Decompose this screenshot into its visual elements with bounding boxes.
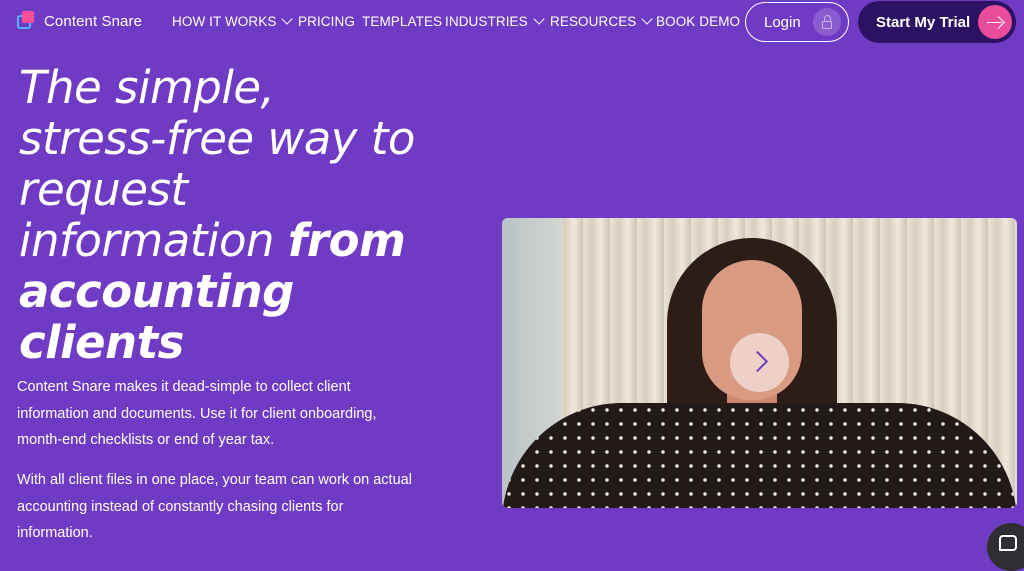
nav-label: INDUSTRIES bbox=[445, 14, 528, 29]
headline-line: accounting bbox=[19, 266, 479, 317]
play-button[interactable] bbox=[730, 333, 789, 392]
headline-bold-text: clients bbox=[19, 316, 184, 369]
nav-label: RESOURCES bbox=[550, 14, 637, 29]
headline-bold-text: accounting bbox=[19, 265, 294, 318]
headline-line: request bbox=[19, 164, 479, 215]
headline-bold-text: from bbox=[287, 214, 406, 267]
chevron-down-icon bbox=[641, 13, 654, 25]
nav-how-it-works[interactable]: HOW IT WORKS bbox=[172, 13, 294, 29]
headline-line: stress-free way to bbox=[19, 113, 479, 164]
chevron-down-icon bbox=[533, 13, 545, 25]
brand-name: Content Snare bbox=[44, 12, 143, 30]
nav-industries[interactable]: INDUSTRIES bbox=[445, 13, 545, 29]
nav-label: HOW IT WORKS bbox=[172, 14, 277, 29]
headline-text: stress-free way to bbox=[19, 112, 415, 165]
trial-label: Start My Trial bbox=[876, 13, 971, 31]
nav-templates[interactable]: TEMPLATES bbox=[362, 14, 442, 29]
logo-icon bbox=[17, 11, 37, 31]
headline-line: information from bbox=[19, 215, 479, 266]
headline-line: clients bbox=[19, 317, 479, 368]
nav-resources[interactable]: RESOURCES bbox=[550, 13, 654, 29]
hero-description: Content Snare makes it dead-simple to co… bbox=[17, 379, 377, 448]
nav-book-demo[interactable]: BOOK DEMO bbox=[656, 14, 740, 29]
chat-icon bbox=[999, 535, 1017, 551]
play-icon bbox=[746, 350, 769, 373]
chevron-down-icon bbox=[281, 13, 294, 25]
intro-video[interactable] bbox=[502, 218, 1017, 508]
arrow-right-icon bbox=[978, 5, 1012, 39]
top-nav: Content Snare HOW IT WORKS PRICING TEMPL… bbox=[0, 0, 1024, 44]
logo[interactable]: Content Snare bbox=[17, 11, 142, 31]
headline-line: The simple, bbox=[19, 62, 479, 113]
start-trial-button[interactable]: Start My Trial bbox=[858, 1, 1016, 43]
hero-description-secondary: With all client files in one place, your… bbox=[17, 472, 412, 541]
nav-pricing[interactable]: PRICING bbox=[298, 14, 355, 29]
headline-text: request bbox=[19, 163, 188, 216]
headline-text: The simple, bbox=[19, 61, 275, 114]
hero-headline: The simple, stress-free way to request i… bbox=[19, 62, 479, 368]
nav-label: TEMPLATES bbox=[362, 14, 443, 29]
headline-text: information bbox=[19, 214, 288, 267]
chat-launcher[interactable] bbox=[987, 523, 1024, 571]
login-button[interactable]: Login bbox=[745, 2, 849, 42]
nav-label: BOOK DEMO bbox=[656, 14, 741, 29]
video-person-shirt bbox=[502, 403, 1017, 508]
nav-label: PRICING bbox=[298, 14, 355, 29]
lock-icon bbox=[813, 8, 841, 36]
login-label: Login bbox=[764, 13, 801, 31]
